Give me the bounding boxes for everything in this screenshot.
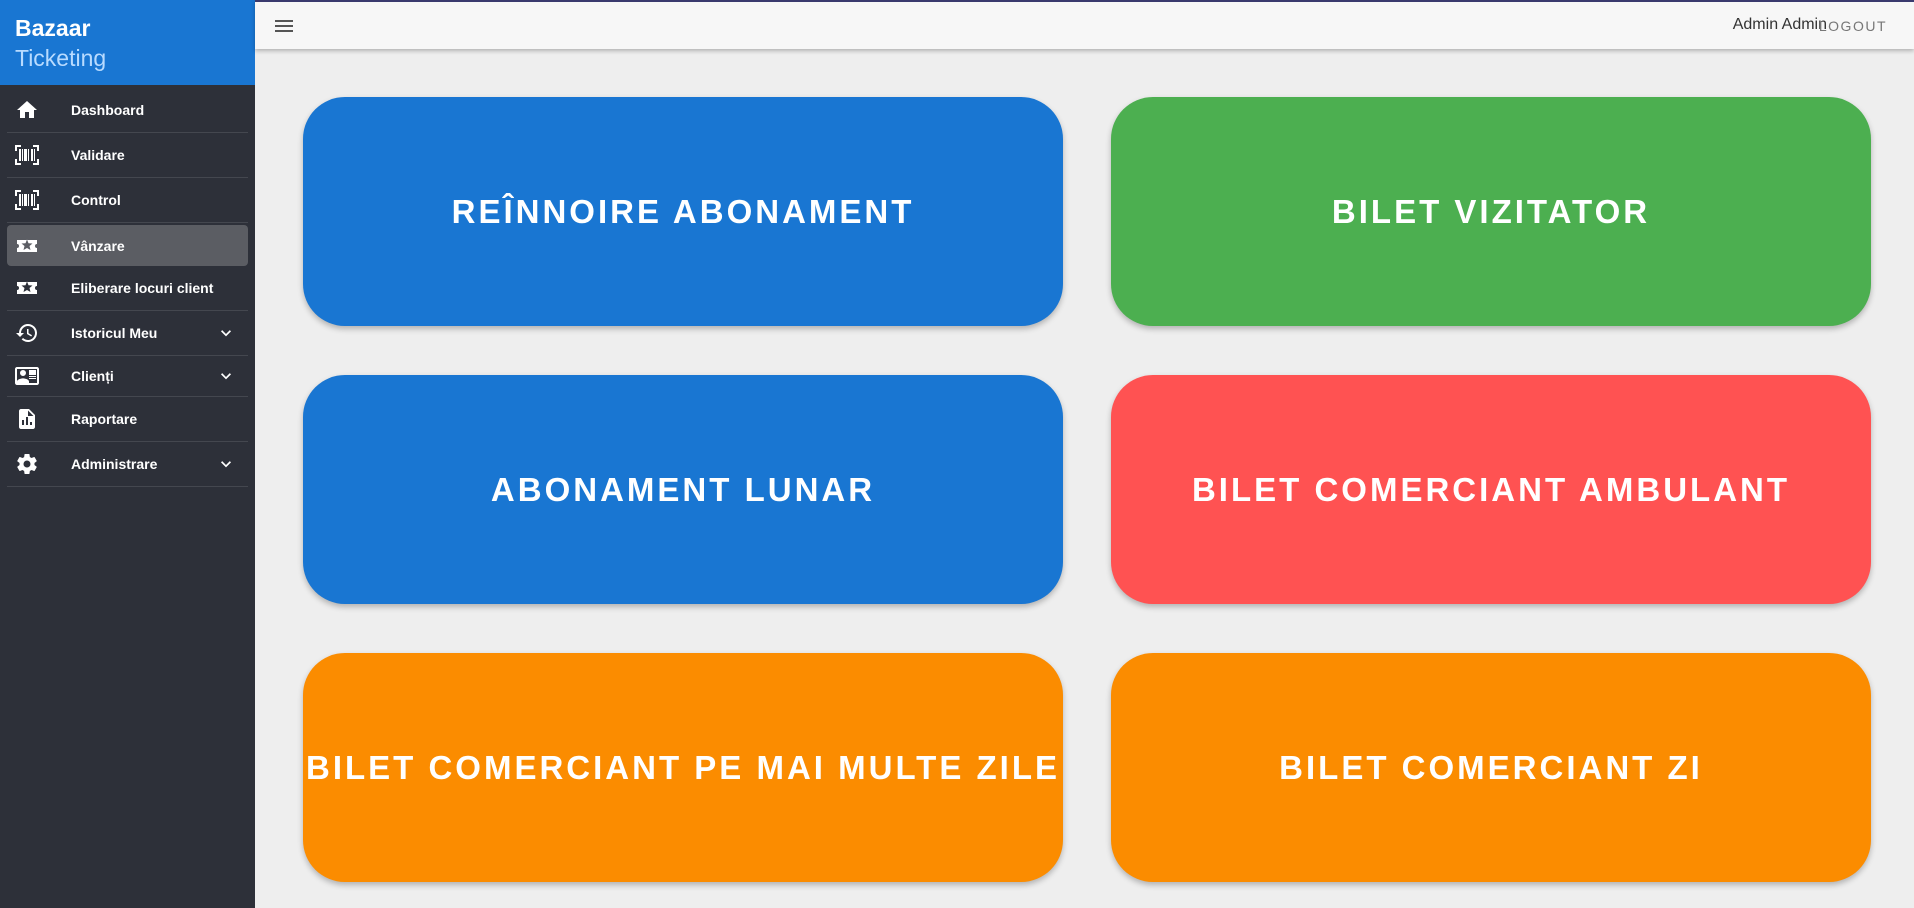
sidebar-item-label: Validare (71, 147, 125, 163)
barcode-scan-icon (14, 187, 40, 213)
sidebar-item-vanzare[interactable]: Vânzare (7, 225, 248, 266)
sidebar-item-label: Dashboard (71, 102, 145, 118)
sidebar-item-raportare[interactable]: Raportare (7, 397, 248, 442)
tile-bilet-comerciant-pe-mai-multe-zile[interactable]: BILET COMERCIANT PE MAI MULTE ZILE (303, 653, 1063, 882)
home-icon (14, 97, 40, 123)
brand-subtitle: Ticketing (15, 45, 107, 71)
card-account-icon (14, 363, 40, 389)
ticket-star-icon (14, 275, 40, 301)
sidebar-item-control[interactable]: Control (7, 178, 248, 223)
barcode-scan-icon (14, 142, 40, 168)
tile-bilet-comerciant-zi[interactable]: BILET COMERCIANT ZI (1111, 653, 1871, 882)
sidebar-item-eliberare-locuri-client[interactable]: Eliberare locuri client (7, 266, 248, 311)
ticket-star-icon (14, 233, 40, 259)
sidebar-item-label: Raportare (71, 411, 138, 427)
top-app-bar: Admin Admin LOGOUT (255, 0, 1914, 49)
tile-reinnoire-abonament[interactable]: REÎNNOIRE ABONAMENT (303, 97, 1063, 326)
sidebar: Bazaar Ticketing Dashboard Validare Cont… (0, 0, 255, 908)
hamburger-menu-icon[interactable] (272, 14, 296, 38)
sidebar-item-label: Eliberare locuri client (71, 280, 214, 296)
sidebar-item-administrare[interactable]: Administrare (7, 442, 248, 487)
tile-label: ABONAMENT LUNAR (490, 470, 876, 508)
chevron-down-icon[interactable] (216, 366, 236, 386)
brand-logo[interactable]: Bazaar Ticketing (0, 0, 255, 85)
sidebar-item-validare[interactable]: Validare (7, 133, 248, 178)
chevron-down-icon[interactable] (216, 454, 236, 474)
chevron-down-icon[interactable] (216, 323, 236, 343)
tile-bilet-vizitator[interactable]: BILET VIZITATOR (1111, 97, 1871, 326)
tile-bilet-comerciant-ambulant[interactable]: BILET COMERCIANT AMBULANT (1111, 375, 1871, 604)
sidebar-nav: Dashboard Validare Control Vânzare Elibe… (0, 88, 255, 487)
tile-label: BILET COMERCIANT ZI (1279, 748, 1703, 786)
user-name: Admin Admin (1732, 16, 1827, 33)
sidebar-item-label: Istoricul Meu (71, 325, 158, 341)
brand-title: Bazaar (15, 15, 91, 41)
sidebar-item-clienti[interactable]: Clienți (7, 356, 248, 397)
sidebar-item-label: Control (71, 192, 121, 208)
gear-icon (14, 451, 40, 477)
history-icon (14, 320, 40, 346)
sidebar-item-dashboard[interactable]: Dashboard (7, 88, 248, 133)
tile-label: BILET COMERCIANT PE MAI MULTE ZILE (305, 748, 1061, 786)
tile-label: BILET VIZITATOR (1331, 192, 1651, 230)
logout-button[interactable]: LOGOUT (1819, 18, 1887, 34)
report-file-icon (14, 406, 40, 432)
sidebar-item-label: Administrare (71, 456, 158, 472)
tile-label: REÎNNOIRE ABONAMENT (451, 192, 915, 230)
sidebar-item-label: Clienți (71, 368, 114, 384)
tile-label: BILET COMERCIANT AMBULANT (1191, 470, 1791, 508)
tile-abonament-lunar[interactable]: ABONAMENT LUNAR (303, 375, 1063, 604)
sidebar-item-istoricul-meu[interactable]: Istoricul Meu (7, 311, 248, 356)
sidebar-item-label: Vânzare (71, 237, 125, 254)
